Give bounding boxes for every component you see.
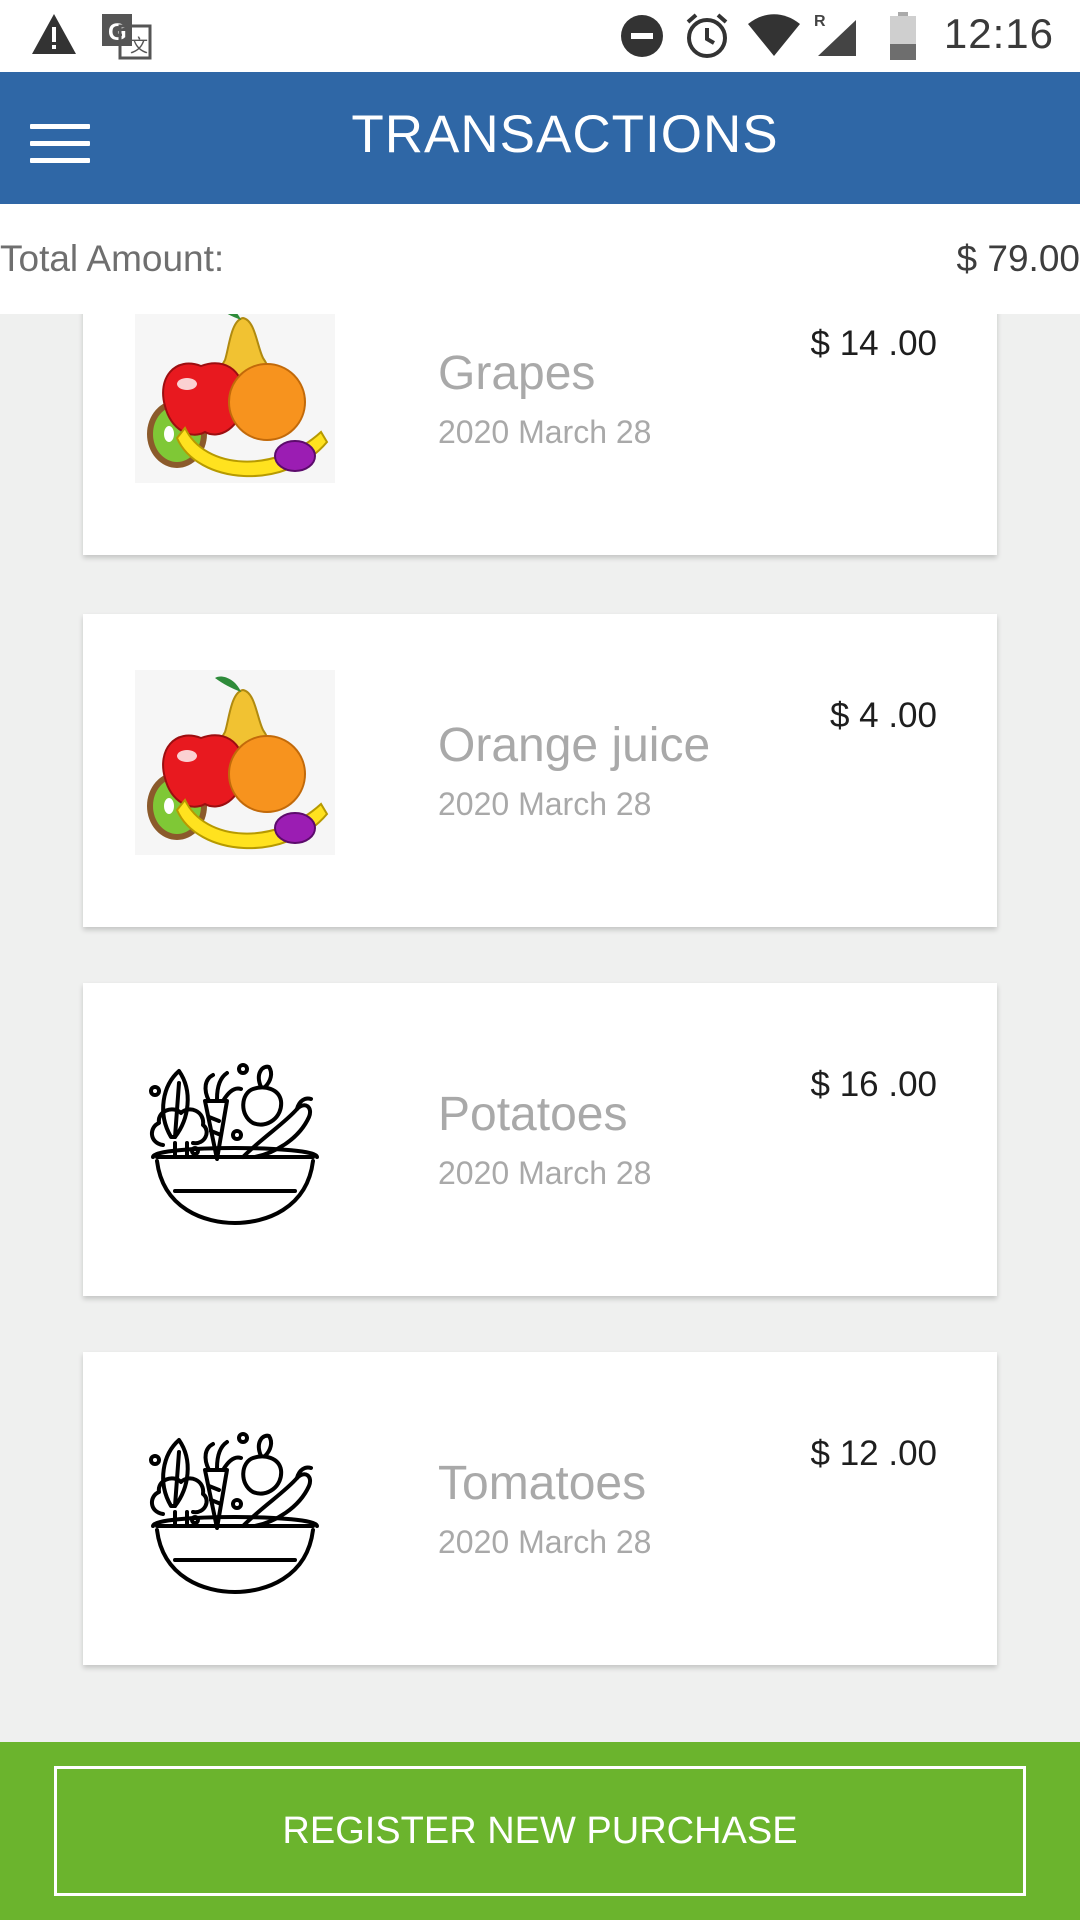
transaction-price: $ 14 .00 xyxy=(810,324,938,363)
translate-icon: G文 xyxy=(100,12,152,65)
transaction-price: $ 16 .00 xyxy=(810,1065,938,1104)
bottom-action-bar: REGISTER NEW PURCHASE xyxy=(0,1742,1080,1920)
fruit-basket-icon xyxy=(135,670,335,870)
do-not-disturb-icon xyxy=(620,14,664,63)
svg-text:G: G xyxy=(108,19,127,46)
transaction-price: $ 4 .00 xyxy=(829,696,937,735)
transaction-price: $ 12 .00 xyxy=(810,1434,938,1473)
transaction-card[interactable]: Potatoes 2020 March 28 $ 16 .00 xyxy=(83,983,997,1296)
transaction-date: 2020 March 28 xyxy=(438,1155,652,1191)
vegetable-bowl-icon xyxy=(135,1039,335,1239)
transaction-name: Tomatoes xyxy=(438,1457,647,1510)
transaction-name: Orange juice xyxy=(438,719,711,772)
signal-icon: R xyxy=(812,10,856,61)
svg-text:文: 文 xyxy=(130,36,148,56)
warning-icon xyxy=(30,12,78,61)
transaction-date: 2020 March 28 xyxy=(438,1524,652,1560)
transaction-date: 2020 March 28 xyxy=(438,414,652,450)
alarm-icon xyxy=(684,12,730,65)
clock-time: 12:16 xyxy=(943,10,1054,57)
total-amount-row: Total Amount: $ 79.00 xyxy=(0,204,1080,314)
app-header: TRANSACTIONS xyxy=(0,72,1080,204)
vegetable-bowl-icon xyxy=(135,1408,335,1608)
register-new-purchase-button[interactable]: REGISTER NEW PURCHASE xyxy=(54,1766,1026,1896)
transactions-list[interactable]: Grapes 2020 March 28 $ 14 .00 Orange jui… xyxy=(0,314,1080,1742)
transaction-card[interactable]: Grapes 2020 March 28 $ 14 .00 xyxy=(83,314,997,555)
total-amount-value: $ 79.00 xyxy=(956,238,1080,279)
fruit-basket-icon xyxy=(135,314,335,498)
total-amount-label: Total Amount: xyxy=(0,238,225,279)
transaction-card[interactable]: Orange juice 2020 March 28 $ 4 .00 xyxy=(83,614,997,927)
transaction-date: 2020 March 28 xyxy=(438,786,652,822)
transaction-name: Potatoes xyxy=(438,1088,628,1141)
transaction-card[interactable]: Tomatoes 2020 March 28 $ 12 .00 xyxy=(83,1352,997,1665)
wifi-icon xyxy=(748,14,800,61)
battery-icon xyxy=(890,12,916,65)
page-title: TRANSACTIONS xyxy=(351,105,779,164)
svg-text:R: R xyxy=(814,13,826,30)
status-bar: G文 R 12:16 xyxy=(0,0,1080,72)
transaction-name: Grapes xyxy=(438,347,596,400)
